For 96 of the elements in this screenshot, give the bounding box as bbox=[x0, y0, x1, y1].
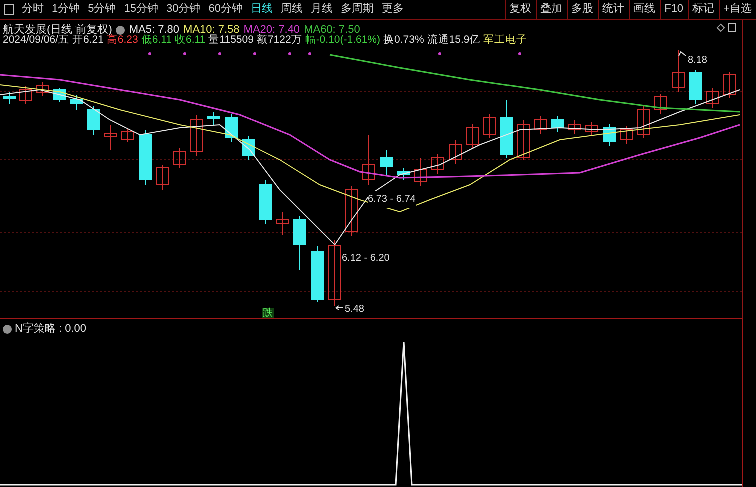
quote-field: 开6.21 bbox=[72, 34, 104, 47]
toolbar-button[interactable]: 画线 bbox=[628, 0, 660, 20]
candlestick bbox=[346, 186, 358, 236]
candlestick bbox=[294, 216, 306, 270]
price-label: 5.48 bbox=[345, 304, 364, 315]
period-tab[interactable]: 30分钟 bbox=[162, 1, 205, 18]
candlestick bbox=[4, 92, 16, 104]
toolbar-button[interactable]: F10 bbox=[660, 0, 688, 20]
candlestick bbox=[620, 126, 634, 144]
candlestick bbox=[70, 94, 84, 110]
candlestick bbox=[156, 164, 170, 190]
period-tab[interactable]: 更多 bbox=[378, 1, 408, 18]
quote-field: 收6.11 bbox=[175, 34, 206, 47]
price-range-label: 6.12 - 6.20 bbox=[342, 253, 390, 264]
period-tab[interactable]: 月线 bbox=[307, 1, 337, 18]
quote-field: 高6.23 bbox=[106, 34, 138, 47]
candlestick bbox=[398, 168, 410, 180]
marker-dot bbox=[308, 52, 312, 56]
candlestick bbox=[552, 116, 564, 132]
toolbar-button[interactable]: 统计 bbox=[598, 0, 629, 20]
period-tab[interactable]: 周线 bbox=[277, 1, 307, 18]
candlestick bbox=[140, 130, 152, 186]
candlestick bbox=[242, 136, 256, 160]
arrow-icon bbox=[336, 306, 344, 310]
marker-dot bbox=[218, 52, 222, 56]
panel-toggle-icon[interactable] bbox=[4, 4, 14, 15]
marker-dot bbox=[288, 52, 292, 56]
ma-value: MA60: 7.50 bbox=[304, 23, 360, 36]
candlestick bbox=[414, 158, 428, 186]
candlestick bbox=[654, 94, 668, 114]
quote-field: 换0.73% bbox=[384, 34, 424, 47]
pointer-icon bbox=[678, 51, 686, 56]
quote-field: 军工电子 bbox=[484, 34, 528, 47]
candlestick bbox=[484, 114, 496, 138]
candlestick bbox=[190, 114, 204, 156]
quote-field: 流通15.9亿 bbox=[427, 34, 481, 47]
period-tab[interactable]: 日线 bbox=[247, 1, 277, 18]
candlestick bbox=[638, 106, 650, 138]
candlestick bbox=[672, 50, 686, 92]
period-tab[interactable]: 分时 bbox=[18, 1, 48, 18]
quote-field: 低6.11 bbox=[141, 34, 172, 47]
settings-icon[interactable] bbox=[3, 324, 12, 334]
candlestick bbox=[260, 180, 272, 224]
candlestick bbox=[466, 124, 480, 148]
indicator-label: N字策略 : 0.00 bbox=[15, 322, 87, 337]
candlestick bbox=[604, 124, 616, 146]
candlestick bbox=[568, 120, 582, 134]
price-label: 8.18 bbox=[688, 55, 708, 66]
marker-dot bbox=[148, 52, 152, 56]
toolbar-button[interactable]: 标记 bbox=[688, 0, 719, 20]
settings-icon[interactable] bbox=[116, 26, 126, 35]
candlestick bbox=[586, 122, 598, 136]
candlestick bbox=[690, 70, 702, 104]
ma-value: MA5: 7.80 bbox=[129, 23, 180, 36]
candlestick bbox=[432, 154, 444, 174]
period-tab[interactable]: 多周期 bbox=[337, 1, 378, 18]
period-tab[interactable]: 5分钟 bbox=[84, 1, 120, 18]
period-tab[interactable]: 15分钟 bbox=[120, 1, 162, 18]
candlestick bbox=[36, 82, 50, 96]
candlestick bbox=[122, 128, 134, 142]
period-tab[interactable]: 60分钟 bbox=[204, 1, 247, 18]
panel-icon[interactable] bbox=[728, 23, 736, 32]
marker-dot bbox=[254, 52, 256, 56]
candlestick bbox=[312, 246, 324, 302]
candlestick bbox=[380, 150, 394, 176]
period-tab[interactable]: 1分钟 bbox=[48, 1, 84, 18]
candlestick bbox=[724, 72, 736, 98]
ma-value: MA10: 7.58 bbox=[184, 23, 240, 36]
candlestick bbox=[534, 116, 548, 134]
candlestick bbox=[276, 212, 290, 236]
quote-field: 额7122万 bbox=[256, 34, 302, 47]
quote-field: 2024/09/06/五 bbox=[3, 34, 70, 47]
marker-dot bbox=[184, 52, 186, 56]
marker-dot bbox=[518, 52, 522, 56]
stock-title: 航天发展(日线 前复权) bbox=[3, 22, 112, 36]
candlestick bbox=[362, 134, 376, 186]
candlestick bbox=[104, 124, 118, 150]
candlestick bbox=[174, 148, 186, 168]
signal-label: 跌 bbox=[262, 308, 274, 319]
toolbar-button[interactable]: 叠加 bbox=[536, 0, 567, 20]
candlestick bbox=[328, 240, 342, 306]
candlestick bbox=[500, 100, 514, 158]
candlestick bbox=[226, 114, 238, 142]
toolbar-button[interactable]: 复权 bbox=[504, 0, 536, 20]
candlestick bbox=[450, 140, 462, 164]
price-range-label: 6.73 - 6.74 bbox=[368, 194, 416, 205]
toolbar-button[interactable]: +自选 bbox=[718, 0, 756, 20]
candlestick bbox=[88, 106, 100, 136]
candlestick bbox=[706, 88, 720, 108]
candlestick bbox=[20, 86, 32, 104]
quote-field: 量115509 bbox=[208, 34, 254, 47]
candlestick bbox=[518, 120, 530, 160]
toolbar-button[interactable]: 多股 bbox=[566, 0, 598, 20]
quote-field: 幅-0.10(-1.61%) bbox=[305, 34, 381, 47]
marker-dot bbox=[438, 52, 442, 56]
candlestick bbox=[208, 112, 220, 126]
